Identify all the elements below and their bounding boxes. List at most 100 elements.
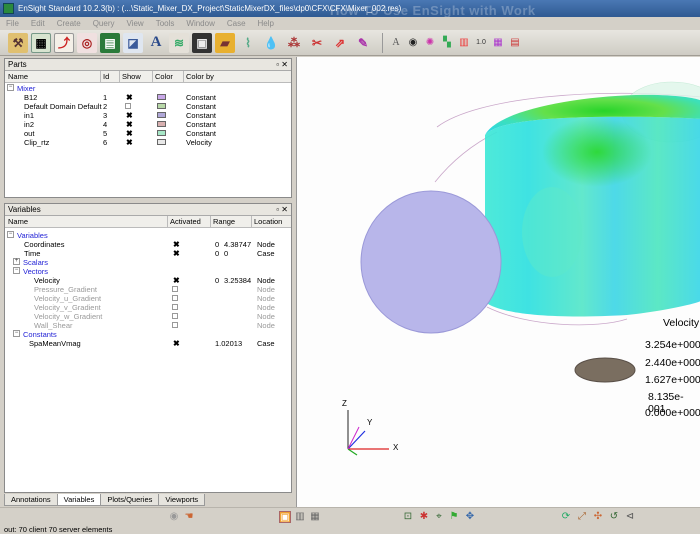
zoom-icon[interactable]: ⤢	[576, 511, 588, 523]
tab-plots-queries[interactable]: Plots/Queries	[100, 494, 160, 506]
scale-icon[interactable]: 1.0	[474, 36, 488, 50]
part-color-by[interactable]: Constant	[186, 129, 216, 138]
col-color[interactable]: Color	[155, 72, 173, 81]
fit-view-icon[interactable]: ⊲	[624, 511, 636, 523]
col-name[interactable]: Name	[8, 217, 28, 226]
col-activated[interactable]: Activated	[170, 217, 201, 226]
toolbox-icon[interactable]: ▰	[215, 32, 235, 53]
arrow-flag-icon[interactable]: ⚑	[448, 511, 460, 523]
col-show[interactable]: Show	[122, 72, 141, 81]
line-plot-icon[interactable]: ⤴	[54, 32, 74, 53]
streamline-icon[interactable]: ≋	[169, 32, 189, 53]
tab-annotations[interactable]: Annotations	[4, 494, 58, 506]
part-color-by[interactable]: Constant	[186, 102, 216, 111]
drop-icon[interactable]: 💧	[261, 33, 281, 53]
activated-checkbox-unchecked[interactable]	[172, 304, 178, 310]
tab-viewports[interactable]: Viewports	[158, 494, 206, 506]
graphics-viewport[interactable]: Velocity 3.254e+000 2.440e+000 1.627e+00…	[296, 57, 700, 507]
activated-checkbox-unchecked[interactable]	[172, 286, 178, 292]
single-viewport-icon[interactable]: ▣	[279, 511, 291, 523]
part-color-by[interactable]: Constant	[186, 93, 216, 102]
eye-icon[interactable]: ◉	[406, 36, 420, 50]
show-checkbox-unchecked[interactable]	[125, 103, 131, 109]
variables-group-row[interactable]: − Variables	[5, 231, 291, 240]
menu-tools[interactable]: Tools	[156, 19, 175, 28]
show-checkbox-checked[interactable]: ✖	[126, 138, 133, 147]
vector-arrows-icon[interactable]: ⇗	[330, 33, 350, 53]
flipbook-icon[interactable]: ▣	[192, 32, 212, 53]
part-color-swatch[interactable]	[157, 121, 166, 127]
split-viewport-icon[interactable]: ▥	[294, 511, 306, 523]
legend-icon[interactable]: ▤	[508, 36, 522, 50]
constants-group-row[interactable]: − Constants	[5, 330, 291, 339]
variable-row[interactable]: Velocity ✖ 0 3.25384 Node	[5, 276, 291, 285]
activated-checkbox-unchecked[interactable]	[172, 313, 178, 319]
part-color-swatch[interactable]	[157, 112, 166, 118]
collapse-icon[interactable]: −	[13, 267, 20, 274]
particle-trace-icon[interactable]: ⁂	[284, 33, 304, 53]
vortex-icon[interactable]: ◎	[77, 32, 97, 53]
part-row[interactable]: Clip_rtz 6 ✖ Velocity	[5, 138, 291, 147]
col-name[interactable]: Name	[8, 72, 28, 81]
hand-pointer-icon[interactable]: ☚	[183, 511, 195, 523]
variable-row[interactable]: Pressure_Gradient Node	[5, 285, 291, 294]
rotate-icon[interactable]: ⟳	[560, 511, 572, 523]
activated-checkbox-checked[interactable]: ✖	[173, 249, 180, 258]
probe-icon[interactable]: ⌖	[433, 511, 445, 523]
show-checkbox-checked[interactable]: ✖	[126, 111, 133, 120]
part-color-by[interactable]: Constant	[186, 120, 216, 129]
show-checkbox-checked[interactable]: ✖	[126, 120, 133, 129]
variable-row[interactable]: Velocity_w_Gradient Node	[5, 312, 291, 321]
variable-row[interactable]: Time ✖ 0 0 Case	[5, 249, 291, 258]
activated-checkbox-checked[interactable]: ✖	[173, 240, 180, 249]
part-color-by[interactable]: Velocity	[186, 138, 212, 147]
pick-icon[interactable]: ✱	[418, 511, 430, 523]
menu-edit[interactable]: Edit	[31, 19, 45, 28]
show-checkbox-checked[interactable]: ✖	[126, 93, 133, 102]
part-color-swatch[interactable]	[157, 139, 166, 145]
activated-checkbox-unchecked[interactable]	[172, 322, 178, 328]
part-row[interactable]: in1 3 ✖ Constant	[5, 111, 291, 120]
variable-row[interactable]: Velocity_u_Gradient Node	[5, 294, 291, 303]
collapse-icon[interactable]: −	[13, 330, 20, 337]
color-wheel-icon[interactable]: ✺	[423, 36, 437, 50]
vectors-group-row[interactable]: − Vectors	[5, 267, 291, 276]
record-icon[interactable]: ◉	[168, 511, 180, 523]
clip-plane-icon[interactable]: ◪	[123, 32, 143, 53]
activated-checkbox-checked[interactable]: ✖	[173, 276, 180, 285]
tools-icon[interactable]: ⚒	[8, 32, 28, 53]
scalars-group-row[interactable]: + Scalars	[5, 258, 291, 267]
col-color-by[interactable]: Color by	[186, 72, 214, 81]
select-icon[interactable]: ⊡	[402, 511, 414, 523]
color-bar-icon[interactable]: ▥	[457, 36, 471, 50]
gauge-icon[interactable]: ⌇	[238, 33, 258, 53]
menu-window[interactable]: Window	[186, 19, 214, 28]
spreadsheet-icon[interactable]: ▤	[100, 32, 120, 53]
scissors-icon[interactable]: ✂	[307, 33, 327, 53]
col-location[interactable]: Location	[254, 217, 282, 226]
part-row[interactable]: out 5 ✖ Constant	[5, 129, 291, 138]
collapse-icon[interactable]: −	[7, 231, 14, 238]
activated-checkbox-checked[interactable]: ✖	[173, 339, 180, 348]
part-color-by[interactable]: Constant	[186, 111, 216, 120]
variable-row[interactable]: Velocity_v_Gradient Node	[5, 303, 291, 312]
variable-row[interactable]: SpaMeanVmag ✖ 1.02013 Case	[5, 339, 291, 348]
label-text-icon[interactable]: A	[389, 36, 403, 50]
transform-icon[interactable]: ✥	[464, 511, 476, 523]
part-row[interactable]: Default Domain Default 2 Constant	[5, 102, 291, 111]
expand-icon[interactable]: +	[13, 258, 20, 265]
show-checkbox-checked[interactable]: ✖	[126, 129, 133, 138]
menu-view[interactable]: View	[127, 19, 144, 28]
color-grid-icon[interactable]: ▦	[491, 36, 505, 50]
collapse-icon[interactable]: −	[7, 84, 14, 91]
menu-case[interactable]: Case	[227, 19, 246, 28]
variable-row[interactable]: Coordinates ✖ 0 4.38747 Node	[5, 240, 291, 249]
menu-create[interactable]: Create	[57, 19, 81, 28]
edit-pencil-icon[interactable]: ✎	[353, 33, 373, 53]
part-color-swatch[interactable]	[157, 130, 166, 136]
quad-viewport-icon[interactable]: ▦	[309, 511, 321, 523]
reset-view-icon[interactable]: ↺	[608, 511, 620, 523]
activated-checkbox-unchecked[interactable]	[172, 295, 178, 301]
part-group-row[interactable]: − Mixer	[5, 84, 291, 93]
menu-file[interactable]: File	[6, 19, 19, 28]
